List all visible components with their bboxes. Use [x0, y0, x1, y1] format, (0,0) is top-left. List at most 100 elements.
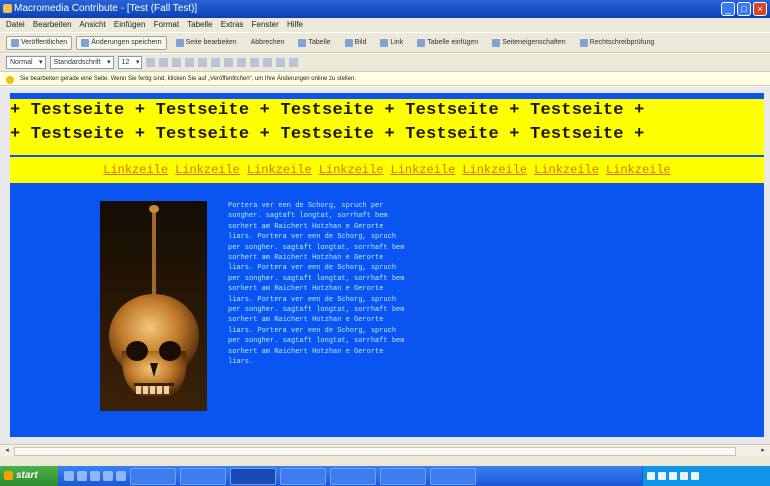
taskbar: start — [0, 466, 770, 486]
spellcheck-icon — [579, 38, 588, 47]
edit-page-button[interactable]: Seite bearbeiten — [171, 36, 242, 50]
nav-link-5[interactable]: Linkzeile — [391, 163, 456, 177]
link-label: Link — [390, 39, 404, 46]
menu-bar: Datei Bearbeiten Ansicht Einfügen Format… — [0, 18, 770, 32]
info-text: Sie bearbeiten gerade eine Seite. Wenn S… — [20, 76, 356, 82]
tray-icon-4[interactable] — [680, 472, 688, 480]
nav-link-6[interactable]: Linkzeile — [462, 163, 527, 177]
taskbar-button-7[interactable] — [430, 467, 476, 485]
align-left-icon[interactable] — [172, 58, 182, 67]
page-properties-label: Seiteneigenschaften — [502, 39, 566, 46]
cancel-button[interactable]: Abbrechen — [246, 36, 290, 49]
quick-launch-icon-1[interactable] — [64, 471, 74, 481]
quick-launch-icon-3[interactable] — [90, 471, 100, 481]
maximize-button[interactable]: □ — [737, 2, 751, 16]
banner-line-2: + Testseite + Testseite + Testseite + Te… — [10, 125, 645, 144]
page-properties-icon — [492, 38, 501, 47]
tray-icon-1[interactable] — [647, 472, 655, 480]
numbered-list-icon[interactable] — [224, 58, 234, 67]
size-select[interactable]: 12 — [117, 56, 143, 69]
cancel-label: Abbrechen — [250, 39, 285, 46]
spellcheck-label: Rechtschreibprüfung — [589, 39, 655, 46]
window-controls: _ □ × — [721, 2, 767, 16]
align-center-icon[interactable] — [185, 58, 195, 67]
taskbar-button-4[interactable] — [280, 467, 326, 485]
publish-label: Veröffentlichen — [21, 39, 68, 46]
align-justify-icon[interactable] — [211, 58, 221, 67]
publish-icon — [11, 38, 19, 47]
style-select[interactable]: Normal — [6, 56, 46, 69]
taskbar-button-1[interactable] — [130, 467, 176, 485]
insert-table-icon — [417, 38, 426, 47]
menu-insert[interactable]: Einfügen — [114, 20, 146, 29]
taskbar-button-5[interactable] — [330, 467, 376, 485]
status-bar — [0, 456, 770, 466]
outdent-icon[interactable] — [250, 58, 260, 67]
link-button[interactable]: Link — [375, 36, 408, 50]
tray-icon-3[interactable] — [669, 472, 677, 480]
italic-icon[interactable] — [159, 58, 169, 67]
font-color-icon[interactable] — [276, 58, 286, 67]
menu-format[interactable]: Format — [154, 20, 179, 29]
menu-tools[interactable]: Extras — [221, 20, 244, 29]
start-button[interactable]: start — [0, 466, 58, 486]
font-select[interactable]: Standardschrift — [49, 56, 114, 69]
web-page[interactable]: + Testseite + Testseite + Testseite + Te… — [10, 93, 764, 437]
insert-table-button[interactable]: Tabelle einfügen — [412, 36, 483, 50]
table-button[interactable]: Tabelle — [293, 36, 335, 50]
tray-icon-5[interactable] — [691, 472, 699, 480]
quick-launch-icon-2[interactable] — [77, 471, 87, 481]
nav-link-3[interactable]: Linkzeile — [247, 163, 312, 177]
nav-link-1[interactable]: Linkzeile — [103, 163, 168, 177]
image-label: Bild — [354, 39, 367, 46]
body-text: Portera ver een de Schorg, spruch per so… — [228, 202, 405, 367]
indent-icon[interactable] — [263, 58, 273, 67]
save-changes-button[interactable]: Änderungen speichern — [76, 35, 167, 50]
info-bar: Sie bearbeiten gerade eine Seite. Wenn S… — [0, 73, 770, 86]
bold-icon[interactable] — [146, 58, 156, 67]
skull-photo — [100, 201, 207, 411]
nav-link-4[interactable]: Linkzeile — [319, 163, 384, 177]
table-icon — [298, 38, 307, 47]
menu-view[interactable]: Ansicht — [79, 20, 105, 29]
taskbar-button-6[interactable] — [380, 467, 426, 485]
menu-file[interactable]: Datei — [6, 20, 25, 29]
quick-launch-icon-5[interactable] — [116, 471, 126, 481]
nav-link-7[interactable]: Linkzeile — [534, 163, 599, 177]
edit-page-label: Seite bearbeiten — [185, 39, 237, 46]
bullet-list-icon[interactable] — [237, 58, 247, 67]
menu-edit[interactable]: Bearbeiten — [33, 20, 72, 29]
spellcheck-button[interactable]: Rechtschreibprüfung — [575, 36, 660, 50]
scroll-thumb[interactable] — [14, 447, 736, 456]
image-button[interactable]: Bild — [340, 36, 372, 50]
save-icon — [81, 38, 90, 47]
banner-line-1: + Testseite + Testseite + Testseite + Te… — [10, 101, 645, 120]
edit-icon — [175, 38, 184, 47]
scroll-right-icon[interactable]: ▸ — [758, 446, 768, 455]
menu-help[interactable]: Hilfe — [287, 20, 303, 29]
close-button[interactable]: × — [753, 2, 767, 16]
link-bar: Linkzeile Linkzeile Linkzeile Linkzeile … — [10, 157, 764, 183]
windows-logo-icon — [4, 471, 13, 480]
table-label: Tabelle — [308, 39, 331, 46]
save-changes-label: Änderungen speichern — [91, 39, 162, 46]
quick-launch-icon-4[interactable] — [103, 471, 113, 481]
nav-link-8[interactable]: Linkzeile — [606, 163, 671, 177]
scroll-left-icon[interactable]: ◂ — [2, 446, 12, 455]
document-frame: + Testseite + Testseite + Testseite + Te… — [0, 87, 770, 444]
skull-image — [100, 201, 207, 411]
header-banner: + Testseite + Testseite + Testseite + Te… — [10, 99, 764, 155]
menu-table[interactable]: Tabelle — [187, 20, 212, 29]
page-properties-button[interactable]: Seiteneigenschaften — [487, 36, 570, 50]
menu-window[interactable]: Fenster — [252, 20, 279, 29]
minimize-button[interactable]: _ — [721, 2, 735, 16]
tray-icon-2[interactable] — [658, 472, 666, 480]
image-icon — [344, 38, 353, 47]
highlight-icon[interactable] — [289, 58, 299, 67]
nav-link-2[interactable]: Linkzeile — [175, 163, 240, 177]
taskbar-button-2[interactable] — [180, 467, 226, 485]
align-right-icon[interactable] — [198, 58, 208, 67]
publish-button[interactable]: Veröffentlichen — [6, 35, 73, 50]
window-title: Macromedia Contribute - [Test (Fall Test… — [14, 3, 198, 14]
taskbar-button-3[interactable] — [230, 467, 276, 485]
